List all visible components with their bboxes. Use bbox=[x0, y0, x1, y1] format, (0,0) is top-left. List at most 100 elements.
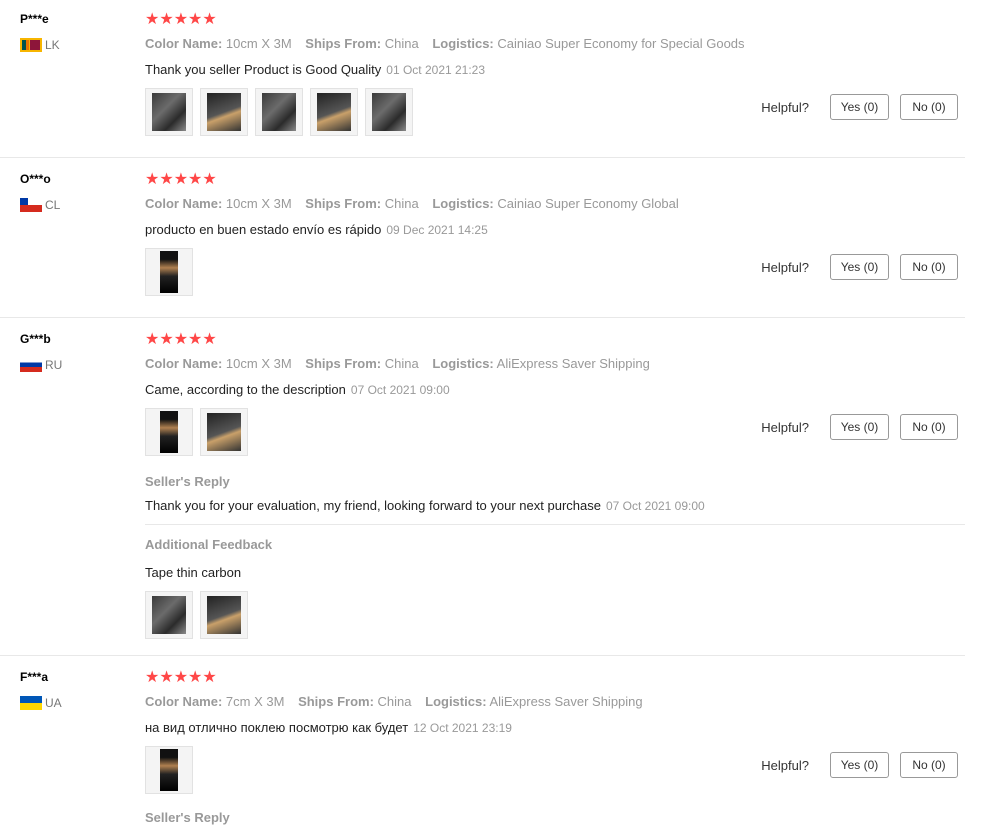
review-body: на вид отлично поклею посмотрю как будет bbox=[145, 720, 409, 735]
country-code: UA bbox=[45, 696, 62, 710]
review-item: O***o CL ★★★★★ Color Name: 10cm X 3M Shi… bbox=[0, 160, 965, 318]
logistics-label: Logistics: bbox=[432, 36, 494, 51]
ships-from-label: Ships From: bbox=[305, 36, 382, 51]
seller-reply-text: Thank you for your evaluation, my friend… bbox=[145, 498, 601, 513]
review-photo[interactable] bbox=[200, 88, 248, 136]
reviewer-country: RU bbox=[20, 358, 62, 372]
country-code: LK bbox=[45, 38, 60, 52]
review-attributes: Color Name: 10cm X 3M Ships From: China … bbox=[145, 196, 689, 211]
color-name-value: 7cm X 3M bbox=[225, 694, 285, 709]
ships-from-value: China bbox=[384, 36, 419, 51]
review-photo[interactable] bbox=[145, 408, 193, 456]
logistics-value: Cainiao Super Economy Global bbox=[497, 196, 679, 211]
review-text: Came, according to the description 07 Oct… bbox=[145, 382, 450, 397]
review-body: Thank you seller Product is Good Quality bbox=[145, 62, 382, 77]
review-text: на вид отлично поклею посмотрю как будет… bbox=[145, 720, 512, 735]
helpful-controls: Helpful? Yes (0) No (0) bbox=[761, 254, 958, 280]
additional-feedback-text: Tape thin carbon bbox=[145, 565, 242, 580]
rating-stars: ★★★★★ bbox=[145, 331, 217, 348]
rating-stars: ★★★★★ bbox=[145, 11, 217, 28]
review-date: 12 Oct 2021 23:19 bbox=[413, 721, 512, 735]
seller-reply-date: 07 Oct 2021 09:00 bbox=[605, 499, 705, 513]
logistics-label: Logistics: bbox=[425, 694, 487, 709]
flag-lk-icon bbox=[20, 38, 42, 52]
flag-cl-icon bbox=[20, 198, 42, 212]
reviewer-country: CL bbox=[20, 198, 60, 212]
color-name-label: Color Name: bbox=[145, 356, 223, 371]
helpful-controls: Helpful? Yes (0) No (0) bbox=[761, 94, 958, 120]
review-item: P***e LK ★★★★★ Color Name: 10cm X 3M Shi… bbox=[0, 0, 965, 158]
review-photos bbox=[145, 248, 200, 296]
logistics-label: Logistics: bbox=[432, 356, 494, 371]
reviewer-country: LK bbox=[20, 38, 60, 52]
review-attributes: Color Name: 10cm X 3M Ships From: China … bbox=[145, 36, 755, 51]
review-photo[interactable] bbox=[145, 591, 193, 639]
additional-feedback-title: Additional Feedback bbox=[145, 537, 273, 552]
rating-stars: ★★★★★ bbox=[145, 171, 217, 188]
helpful-no-button[interactable]: No (0) bbox=[900, 414, 958, 440]
seller-reply: Thank you for your evaluation, my friend… bbox=[145, 498, 705, 513]
color-name-value: 10cm X 3M bbox=[225, 196, 292, 211]
helpful-yes-button[interactable]: Yes (0) bbox=[830, 752, 889, 778]
review-attributes: Color Name: 10cm X 3M Ships From: China … bbox=[145, 356, 660, 371]
ships-from-value: China bbox=[384, 356, 419, 371]
ships-from-label: Ships From: bbox=[298, 694, 374, 709]
reviewer-country: UA bbox=[20, 696, 62, 710]
helpful-controls: Helpful? Yes (0) No (0) bbox=[761, 752, 958, 778]
review-text: Thank you seller Product is Good Quality… bbox=[145, 62, 485, 77]
color-name-value: 10cm X 3M bbox=[225, 356, 292, 371]
review-body: producto en buen estado envío es rápido bbox=[145, 222, 382, 237]
review-item: G***b RU ★★★★★ Color Name: 10cm X 3M Shi… bbox=[0, 320, 965, 656]
review-photo[interactable] bbox=[200, 591, 248, 639]
review-photo[interactable] bbox=[255, 88, 303, 136]
helpful-label: Helpful? bbox=[761, 99, 809, 115]
rating-stars: ★★★★★ bbox=[145, 669, 217, 686]
helpful-no-button[interactable]: No (0) bbox=[900, 752, 958, 778]
reviewer-name: F***a bbox=[20, 670, 49, 684]
logistics-value: AliExpress Saver Shipping bbox=[489, 694, 643, 709]
color-name-label: Color Name: bbox=[145, 694, 223, 709]
ships-from-value: China bbox=[384, 196, 419, 211]
review-attributes: Color Name: 7cm X 3M Ships From: China L… bbox=[145, 694, 653, 709]
ships-from-value: China bbox=[377, 694, 412, 709]
review-photo[interactable] bbox=[200, 408, 248, 456]
review-photos bbox=[145, 746, 200, 794]
helpful-label: Helpful? bbox=[761, 259, 809, 275]
country-code: CL bbox=[45, 198, 61, 212]
seller-reply-title: Seller's Reply bbox=[145, 474, 230, 489]
review-photo[interactable] bbox=[145, 248, 193, 296]
country-code: RU bbox=[45, 358, 63, 372]
flag-ua-icon bbox=[20, 696, 42, 710]
review-photo[interactable] bbox=[310, 88, 358, 136]
review-date: 01 Oct 2021 21:23 bbox=[386, 63, 486, 77]
logistics-label: Logistics: bbox=[432, 196, 494, 211]
review-text: producto en buen estado envío es rápido 0… bbox=[145, 222, 488, 237]
reviewer-name: G***b bbox=[20, 332, 51, 346]
divider bbox=[145, 524, 965, 525]
logistics-value: AliExpress Saver Shipping bbox=[496, 356, 650, 371]
helpful-no-button[interactable]: No (0) bbox=[900, 254, 958, 280]
review-photo[interactable] bbox=[365, 88, 413, 136]
helpful-yes-button[interactable]: Yes (0) bbox=[830, 254, 889, 280]
helpful-yes-button[interactable]: Yes (0) bbox=[830, 414, 889, 440]
color-name-label: Color Name: bbox=[145, 196, 223, 211]
helpful-label: Helpful? bbox=[761, 419, 809, 435]
helpful-yes-button[interactable]: Yes (0) bbox=[830, 94, 889, 120]
review-photos bbox=[145, 408, 255, 456]
review-date: 07 Oct 2021 09:00 bbox=[350, 383, 450, 397]
ships-from-label: Ships From: bbox=[305, 196, 382, 211]
review-body: Came, according to the description bbox=[145, 382, 346, 397]
review-date: 09 Dec 2021 14:25 bbox=[386, 223, 488, 237]
review-item: F***a UA ★★★★★ Color Name: 7cm X 3M Ship… bbox=[0, 658, 965, 825]
helpful-label: Helpful? bbox=[761, 757, 809, 773]
helpful-controls: Helpful? Yes (0) No (0) bbox=[761, 414, 958, 440]
reviewer-name: O***o bbox=[20, 172, 51, 186]
flag-ru-icon bbox=[20, 358, 42, 372]
ships-from-label: Ships From: bbox=[305, 356, 382, 371]
helpful-no-button[interactable]: No (0) bbox=[900, 94, 958, 120]
review-photo[interactable] bbox=[145, 88, 193, 136]
review-photos bbox=[145, 88, 420, 136]
additional-photos bbox=[145, 591, 255, 639]
review-photo[interactable] bbox=[145, 746, 193, 794]
reviewer-name: P***e bbox=[20, 12, 49, 26]
